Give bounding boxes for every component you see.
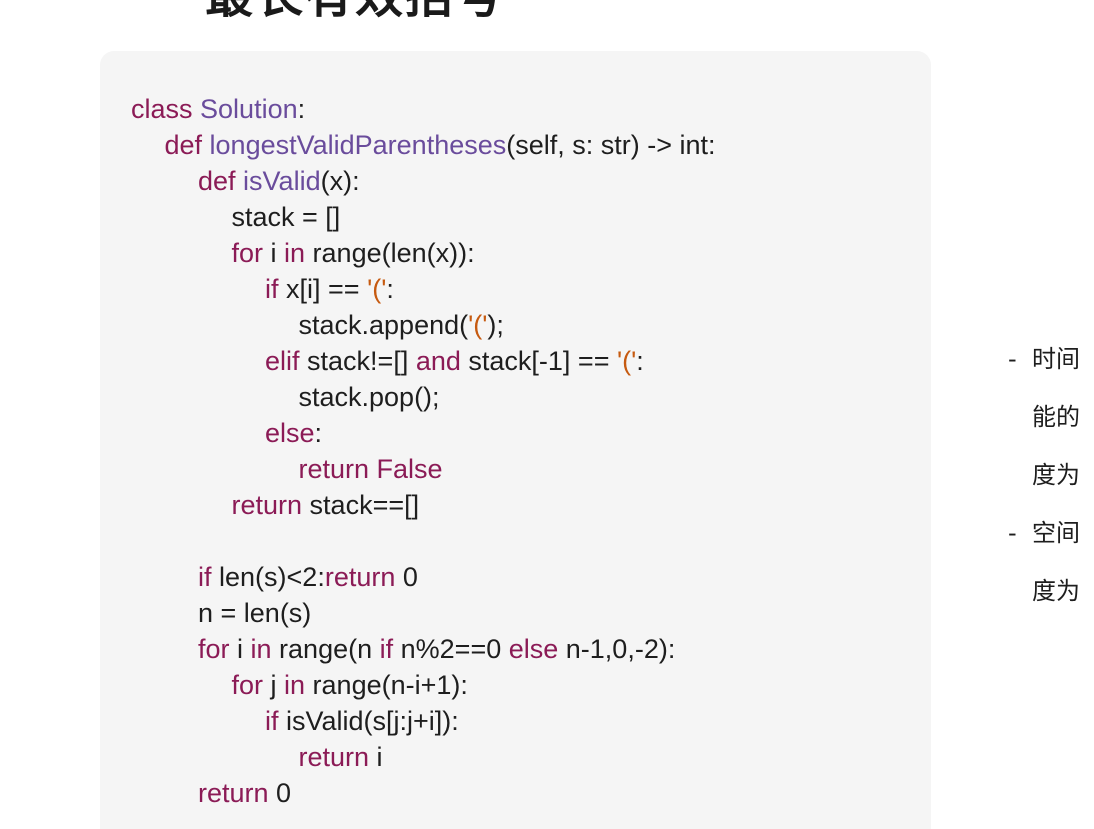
note-text: 度为 <box>1032 577 1080 605</box>
code-identifier: longestValidParentheses <box>209 130 507 160</box>
code-text: stack[-1] == <box>468 346 617 376</box>
code-keyword: if <box>265 274 287 304</box>
note-bullet: - <box>1008 345 1017 373</box>
code-line: class Solution: <box>131 91 716 127</box>
code-text: 0 <box>402 562 418 592</box>
code-text: j <box>270 670 285 700</box>
code-keyword: for <box>198 634 238 664</box>
code-identifier: Solution <box>200 94 298 124</box>
code-identifier: isValid <box>243 166 321 196</box>
code-keyword: else <box>265 418 315 448</box>
code-lines: class Solution: def longestValidParenthes… <box>131 91 716 811</box>
code-keyword: for <box>231 238 271 268</box>
code-text: (x): <box>320 166 360 196</box>
code-text: : <box>636 346 644 376</box>
page-heading: 最长有效括号 <box>205 0 505 26</box>
code-keyword: return <box>298 742 377 772</box>
code-text: stack = [] <box>231 202 341 232</box>
code-line: if len(s)<2:return 0 <box>131 559 716 595</box>
code-line: return 0 <box>131 775 716 811</box>
code-text: i <box>270 238 285 268</box>
code-line: if x[i] == '(': <box>131 271 716 307</box>
code-keyword: return <box>231 490 310 520</box>
code-line: n = len(s) <box>131 595 716 631</box>
code-line: return False <box>131 451 716 487</box>
note-text: 时间 <box>1032 345 1080 373</box>
code-keyword: and <box>415 346 469 376</box>
code-keyword: in <box>250 634 280 664</box>
note-line: - 时间 <box>1008 340 1094 398</box>
note-line: 能的 <box>1008 398 1094 456</box>
code-keyword: def <box>164 130 210 160</box>
code-text: stack==[] <box>309 490 420 520</box>
code-keyword: in <box>284 238 313 268</box>
code-text: stack!=[] <box>307 346 416 376</box>
code-line: elif stack!=[] and stack[-1] == '(': <box>131 343 716 379</box>
code-line: return i <box>131 739 716 775</box>
code-keyword: elif <box>265 346 308 376</box>
code-keyword: else <box>508 634 566 664</box>
note-line: 度为 <box>1008 572 1094 630</box>
code-line: def longestValidParentheses(self, s: str… <box>131 127 716 163</box>
code-line: return stack==[] <box>131 487 716 523</box>
code-text: i <box>237 634 251 664</box>
code-line: stack.pop(); <box>131 379 716 415</box>
code-string: '(' <box>367 274 387 304</box>
code-string: '(' <box>468 310 488 340</box>
code-text: : <box>386 274 394 304</box>
code-text: ); <box>487 310 504 340</box>
code-keyword: if <box>379 634 401 664</box>
page: 最长有效括号 class Solution:def longestValidPa… <box>0 0 1094 829</box>
code-string: '(' <box>616 346 637 376</box>
code-text: stack.pop(); <box>298 382 440 412</box>
note-bullet: - <box>1008 519 1017 547</box>
code-line: else: <box>131 415 716 451</box>
code-line: if isValid(s[j:j+i]): <box>131 703 716 739</box>
code-keyword: for <box>231 670 271 700</box>
code-keyword: if <box>198 562 220 592</box>
code-text: (self, s: str) -> int: <box>506 130 716 160</box>
note-line: 度为 <box>1008 456 1094 514</box>
code-keyword: return <box>324 562 403 592</box>
code-text: : <box>297 94 306 124</box>
code-keyword: def <box>198 166 244 196</box>
code-text: 0 <box>276 778 292 808</box>
code-line: stack = [] <box>131 199 716 235</box>
code-text: n%2==0 <box>400 634 509 664</box>
code-text: range(len(x)): <box>312 238 475 268</box>
code-text: isValid(s[j:j+i]): <box>286 706 459 736</box>
code-keyword: return <box>298 454 377 484</box>
code-line: for j in range(n-i+1): <box>131 667 716 703</box>
code-line: stack.append('('); <box>131 307 716 343</box>
code-text: x[i] == <box>286 274 368 304</box>
code-keyword: return <box>198 778 277 808</box>
code-line: for i in range(n if n%2==0 else n-1,0,-2… <box>131 631 716 667</box>
note-text: 度为 <box>1032 461 1080 489</box>
code-keyword: class <box>131 94 201 124</box>
code-text: range(n <box>279 634 380 664</box>
note-text: 能的 <box>1032 403 1080 431</box>
side-notes: - 时间 能的 度为 - 空间 度为 <box>1008 340 1094 630</box>
code-text: n-1,0,-2): <box>565 634 676 664</box>
code-line: def isValid(x): <box>131 163 716 199</box>
code-text: n = len(s) <box>198 598 312 628</box>
code-line: for i in range(len(x)): <box>131 235 716 271</box>
code-text: : <box>314 418 323 448</box>
code-text: stack.append( <box>298 310 469 340</box>
code-text: range(n-i+1): <box>312 670 468 700</box>
code-text: len(s)<2: <box>219 562 325 592</box>
code-keyword: in <box>284 670 313 700</box>
code-text: i <box>376 742 383 772</box>
code-keyword: if <box>265 706 287 736</box>
note-line: - 空间 <box>1008 514 1094 572</box>
note-text: 空间 <box>1032 519 1080 547</box>
code-keyword: False <box>376 454 443 484</box>
